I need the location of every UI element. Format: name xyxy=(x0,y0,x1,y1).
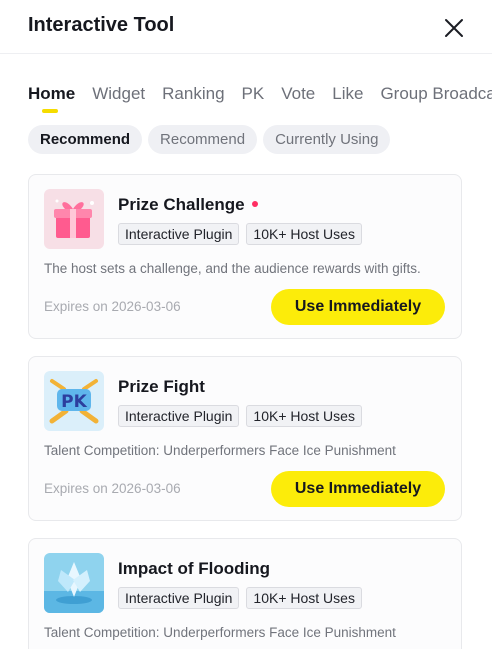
tool-tags: Interactive Plugin 10K+ Host Uses xyxy=(118,405,369,427)
new-indicator-dot xyxy=(251,201,258,207)
tab-ranking[interactable]: Ranking xyxy=(162,82,224,106)
tag-usage: 10K+ Host Uses xyxy=(246,587,362,609)
tab-home-label: Home xyxy=(28,84,76,103)
filter-chips: Recommend Recommend Currently Using xyxy=(28,125,396,155)
active-tab-indicator xyxy=(42,109,58,113)
tool-name: Prize Challenge xyxy=(118,195,258,215)
tool-tags: Interactive Plugin 10K+ Host Uses xyxy=(118,223,369,245)
tool-name-text: Impact of Flooding xyxy=(118,559,271,578)
close-button[interactable] xyxy=(440,14,468,42)
tab-home[interactable]: Home xyxy=(28,82,76,113)
filter-chip-currently-using[interactable]: Currently Using xyxy=(263,125,391,154)
tool-description: Talent Competition: Underperformers Face… xyxy=(44,625,396,640)
svg-text:PK: PK xyxy=(61,392,87,412)
tool-tags: Interactive Plugin 10K+ Host Uses xyxy=(118,587,369,609)
page-title: Interactive Tool xyxy=(28,14,175,36)
tool-card-prize-challenge[interactable]: Prize Challenge Interactive Plugin 10K+ H… xyxy=(28,174,462,339)
tag-type: Interactive Plugin xyxy=(118,587,240,609)
tool-name: Prize Fight xyxy=(118,377,205,397)
category-tabs: Home Widget Ranking PK Vote Like Group Broadca… xyxy=(28,82,492,118)
header-bar: Interactive Tool xyxy=(0,0,492,54)
tool-description: The host sets a challenge, and the audie… xyxy=(44,261,421,276)
expiry-date: Expires on 2026-03-06 xyxy=(44,299,181,314)
tab-widget[interactable]: Widget xyxy=(92,82,145,106)
tool-name-text: Prize Fight xyxy=(118,377,205,396)
gift-box-icon xyxy=(44,189,104,249)
tag-type: Interactive Plugin xyxy=(118,405,240,427)
filter-chip-recommend[interactable]: Recommend xyxy=(148,125,258,154)
tab-like[interactable]: Like xyxy=(332,82,363,106)
filter-chip-recommend-active[interactable]: Recommend xyxy=(28,125,143,154)
use-immediately-button[interactable]: Use Immediately xyxy=(271,471,445,507)
expiry-date: Expires on 2026-03-06 xyxy=(44,481,181,496)
pk-badge-icon: PK xyxy=(44,371,104,431)
use-immediately-button[interactable]: Use Immediately xyxy=(271,289,445,325)
tag-usage: 10K+ Host Uses xyxy=(246,405,362,427)
tab-group-broadcast[interactable]: Group Broadcast xyxy=(380,82,492,106)
tool-card-prize-fight[interactable]: PK Prize Fight Interactive Plugin 10K+ Ho… xyxy=(28,356,462,521)
tag-type: Interactive Plugin xyxy=(118,223,240,245)
tab-vote[interactable]: Vote xyxy=(281,82,315,106)
tool-name: Impact of Flooding xyxy=(118,559,270,579)
ice-crystal-icon xyxy=(44,553,104,613)
tab-pk[interactable]: PK xyxy=(242,82,265,106)
close-icon xyxy=(445,19,463,37)
tool-card-impact-of-flooding[interactable]: Impact of Flooding Interactive Plugin 10K… xyxy=(28,538,462,649)
tag-usage: 10K+ Host Uses xyxy=(246,223,362,245)
tool-description: Talent Competition: Underperformers Face… xyxy=(44,443,396,458)
tool-name-text: Prize Challenge xyxy=(118,195,245,214)
